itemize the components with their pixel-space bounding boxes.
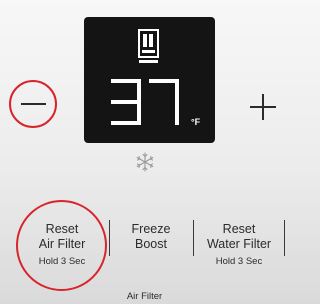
- temperature-unit: °F: [191, 117, 201, 127]
- digit-segment: [149, 79, 179, 83]
- digit-segment: [175, 102, 179, 125]
- button-label-line2: Air Filter: [38, 237, 86, 251]
- temperature-digit: [149, 79, 179, 125]
- digit-segment: [175, 79, 179, 102]
- digit-segment: [111, 100, 141, 104]
- divider: [193, 220, 194, 256]
- reset-water-filter-button[interactable]: Reset Water Filter Hold 3 Sec: [196, 222, 282, 268]
- digit-segment: [137, 79, 141, 102]
- air-filter-status-label: Air Filter: [126, 291, 163, 302]
- freeze-boost-button[interactable]: Freeze Boost: [112, 222, 190, 252]
- temperature-display: 37 °F: [84, 17, 215, 143]
- button-label-line1: Freeze: [131, 222, 171, 236]
- temperature-digit: [111, 79, 141, 125]
- snowflake-icon: [136, 152, 154, 172]
- divider: [109, 220, 110, 256]
- temperature-value: 37: [84, 17, 85, 18]
- reset-air-filter-button[interactable]: Reset Air Filter Hold 3 Sec: [22, 222, 102, 268]
- decrease-temperature-button[interactable]: [9, 80, 57, 128]
- digit-segment: [111, 121, 141, 125]
- minus-icon: [21, 103, 46, 105]
- increase-temperature-button[interactable]: [250, 94, 276, 120]
- button-label-line1: Reset: [45, 222, 79, 236]
- divider: [284, 220, 285, 256]
- button-label-line2: Boost: [135, 237, 167, 251]
- hold-hint: Hold 3 Sec: [215, 256, 263, 267]
- digit-segment: [111, 79, 141, 83]
- button-label-line1: Reset: [222, 222, 256, 236]
- refrigerator-icon: [138, 29, 159, 63]
- hold-hint: Hold 3 Sec: [38, 256, 86, 267]
- button-label-line2: Water Filter: [206, 237, 272, 251]
- temperature-digits: [111, 79, 179, 125]
